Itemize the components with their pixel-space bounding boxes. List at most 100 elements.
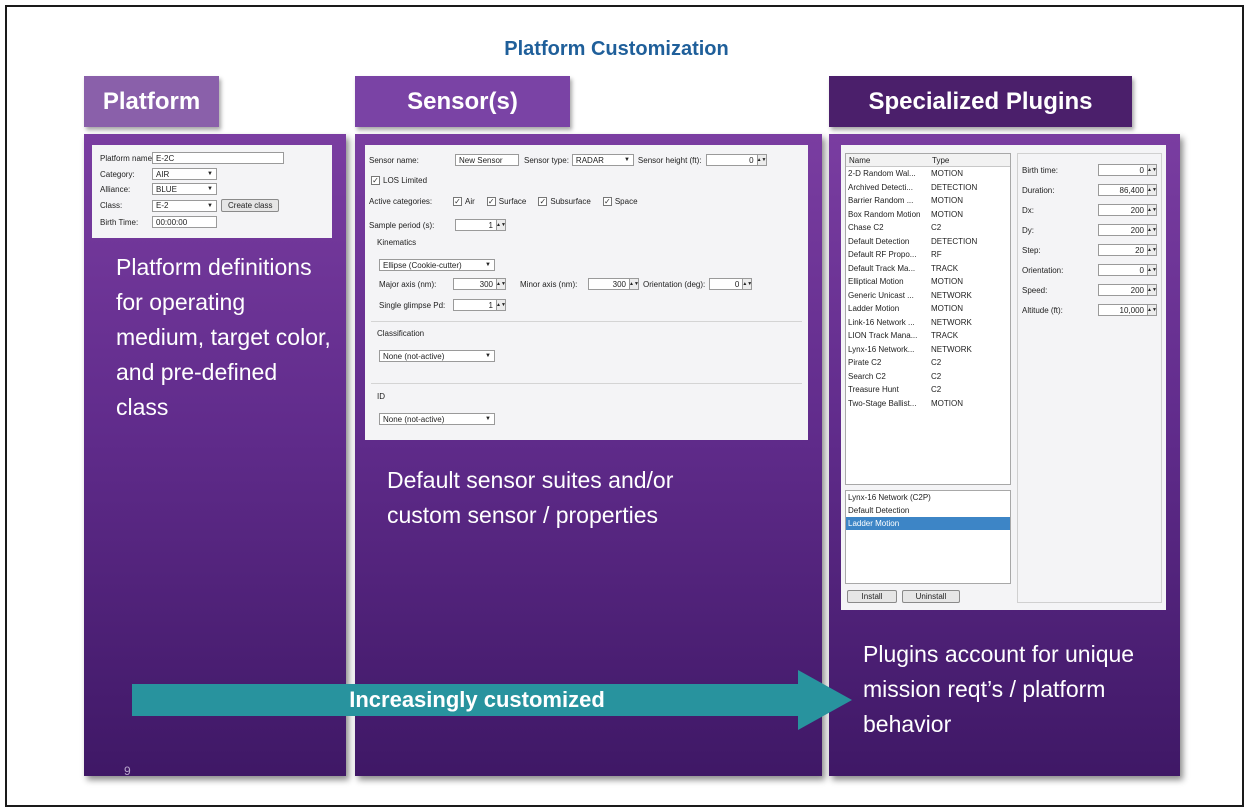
spinner-arrows-icon[interactable]: ▲▼ [1147, 244, 1157, 256]
column-header-type[interactable]: Type [929, 154, 1009, 166]
spinner-arrows-icon[interactable]: ▲▼ [1147, 264, 1157, 276]
single-glimpse-stepper[interactable]: 1 ▲▼ [453, 299, 506, 311]
spinner-arrows-icon[interactable]: ▲▼ [496, 278, 506, 290]
platform-name-input[interactable]: E-2C [152, 152, 284, 164]
table-row[interactable]: Barrier Random ... MOTION [846, 194, 1010, 208]
table-row[interactable]: Box Random Motion MOTION [846, 208, 1010, 222]
table-row[interactable]: Treasure Hunt C2 [846, 383, 1010, 397]
kinematics-select[interactable]: Ellipse (Cookie-cutter) ▼ [379, 259, 495, 271]
property-stepper[interactable]: 200 ▲▼ [1098, 284, 1157, 296]
property-value[interactable]: 10,000 [1098, 304, 1148, 316]
column-header-name[interactable]: Name [846, 154, 929, 166]
spinner-arrows-icon[interactable]: ▲▼ [496, 299, 506, 311]
property-stepper[interactable]: 10,000 ▲▼ [1098, 304, 1157, 316]
spinner-arrows-icon[interactable]: ▲▼ [1147, 184, 1157, 196]
sensor-height-value[interactable]: 0 [705, 154, 758, 166]
class-select[interactable]: E-2 ▼ [152, 199, 217, 212]
property-value[interactable]: 200 [1098, 224, 1148, 236]
property-stepper[interactable]: 0 ▲▼ [1098, 264, 1157, 276]
create-class-button[interactable]: Create class [221, 199, 280, 212]
sample-period-stepper[interactable]: 1 ▲▼ [455, 219, 506, 231]
property-value[interactable]: 86,400 [1098, 184, 1148, 196]
plugin-type-cell: C2 [931, 223, 942, 232]
property-label: Dy: [1022, 225, 1034, 235]
platform-form: Platform name: E-2C Category: AIR ▼ Allia… [92, 145, 332, 238]
category-surface-label: Surface [498, 197, 527, 206]
table-row[interactable]: LION Track Mana... TRACK [846, 329, 1010, 343]
sensor-form: Sensor name: New Sensor Sensor type: RAD… [365, 145, 808, 440]
spinner-arrows-icon[interactable]: ▲▼ [1147, 304, 1157, 316]
spinner-arrows-icon[interactable]: ▲▼ [1147, 224, 1157, 236]
property-value[interactable]: 20 [1098, 244, 1148, 256]
minor-axis-value[interactable]: 300 [588, 278, 630, 290]
plugin-type-cell: C2 [931, 371, 942, 381]
plugin-name-cell: LION Track Mana... [848, 331, 918, 340]
plugin-name-cell: Generic Unicast ... [848, 290, 914, 300]
property-stepper[interactable]: 200 ▲▼ [1098, 204, 1157, 216]
table-row[interactable]: Link-16 Network ... NETWORK [846, 316, 1010, 330]
sensor-name-label: Sensor name: [369, 155, 419, 165]
los-limited-checkbox[interactable]: ✓ [371, 176, 380, 185]
property-value[interactable]: 200 [1098, 204, 1148, 216]
orientation-stepper[interactable]: 0 ▲▼ [709, 278, 753, 290]
uninstall-button[interactable]: Uninstall [902, 590, 960, 603]
category-air-checkbox[interactable]: ✓ [453, 197, 462, 206]
sample-period-value[interactable]: 1 [455, 219, 497, 231]
table-row[interactable]: Search C2 C2 [846, 370, 1010, 384]
property-value[interactable]: 200 [1098, 284, 1148, 296]
spinner-arrows-icon[interactable]: ▲▼ [496, 219, 506, 231]
table-row[interactable]: 2-D Random Wal... MOTION [846, 167, 1010, 181]
property-stepper[interactable]: 20 ▲▼ [1098, 244, 1157, 256]
table-row[interactable]: Default Track Ma... TRACK [846, 262, 1010, 276]
property-stepper[interactable]: 86,400 ▲▼ [1098, 184, 1157, 196]
list-item[interactable]: Ladder Motion [846, 517, 1010, 530]
table-row[interactable]: Generic Unicast ... NETWORK [846, 289, 1010, 303]
spinner-arrows-icon[interactable]: ▲▼ [757, 154, 767, 166]
category-select[interactable]: AIR ▼ [152, 168, 217, 180]
sensor-name-input[interactable]: New Sensor [455, 154, 519, 166]
spinner-arrows-icon[interactable]: ▲▼ [1147, 164, 1157, 176]
property-row: Step: 20 ▲▼ [1022, 244, 1157, 256]
sensor-height-stepper[interactable]: 0 ▲▼ [705, 154, 767, 166]
list-item[interactable]: Default Detection [846, 504, 1010, 517]
platform-caption: Platform definitions for operating mediu… [116, 254, 331, 420]
table-row[interactable]: Elliptical Motion MOTION [846, 275, 1010, 289]
major-axis-stepper[interactable]: 300 ▲▼ [453, 278, 506, 290]
major-axis-value[interactable]: 300 [453, 278, 497, 290]
plugin-properties: Birth time: 0 ▲▼ Duration: 86,400 ▲▼ Dx: 200 ▲▼ D… [1017, 153, 1162, 603]
table-row[interactable]: Default RF Propo... RF [846, 248, 1010, 262]
table-row[interactable]: Chase C2 C2 [846, 221, 1010, 235]
property-stepper[interactable]: 0 ▲▼ [1098, 164, 1157, 176]
category-space-checkbox[interactable]: ✓ [602, 197, 612, 206]
property-value[interactable]: 0 [1098, 264, 1148, 276]
list-item[interactable]: Lynx-16 Network (C2P) [846, 491, 1010, 504]
table-row[interactable]: Two-Stage Ballist... MOTION [846, 397, 1010, 411]
table-row[interactable]: Ladder Motion MOTION [846, 302, 1010, 316]
table-row[interactable]: Lynx-16 Network... NETWORK [846, 343, 1010, 357]
sensor-type-select[interactable]: RADAR ▼ [571, 154, 634, 166]
birth-time-input[interactable]: 00:00:00 [152, 216, 217, 228]
install-button[interactable]: Install [847, 590, 897, 603]
spinner-arrows-icon[interactable]: ▲▼ [629, 278, 639, 290]
id-select[interactable]: None (not-active) ▼ [379, 413, 495, 425]
category-subsurface-checkbox[interactable]: ✓ [538, 197, 548, 206]
property-label: Duration: [1022, 185, 1055, 195]
category-surface-checkbox[interactable]: ✓ [486, 197, 496, 206]
spinner-arrows-icon[interactable]: ▲▼ [1147, 204, 1157, 216]
single-glimpse-value[interactable]: 1 [453, 299, 497, 311]
property-value[interactable]: 0 [1098, 164, 1148, 176]
alliance-select[interactable]: BLUE ▼ [152, 183, 217, 195]
spinner-arrows-icon[interactable]: ▲▼ [1147, 284, 1157, 296]
property-row: Dy: 200 ▲▼ [1022, 224, 1157, 236]
orientation-value[interactable]: 0 [709, 278, 744, 290]
spinner-arrows-icon[interactable]: ▲▼ [742, 278, 753, 290]
minor-axis-stepper[interactable]: 300 ▲▼ [588, 278, 639, 290]
plugin-type-cell: C2 [931, 358, 942, 367]
table-row[interactable]: Default Detection DETECTION [846, 235, 1010, 249]
installed-plugins-list: Lynx-16 Network (C2P) Default Detection La… [845, 490, 1011, 584]
property-stepper[interactable]: 200 ▲▼ [1098, 224, 1157, 236]
table-row[interactable]: Pirate C2 C2 [846, 356, 1010, 370]
classification-select[interactable]: None (not-active) ▼ [379, 350, 495, 362]
table-row[interactable]: Archived Detecti... DETECTION [846, 181, 1010, 195]
id-label: ID [377, 392, 385, 401]
